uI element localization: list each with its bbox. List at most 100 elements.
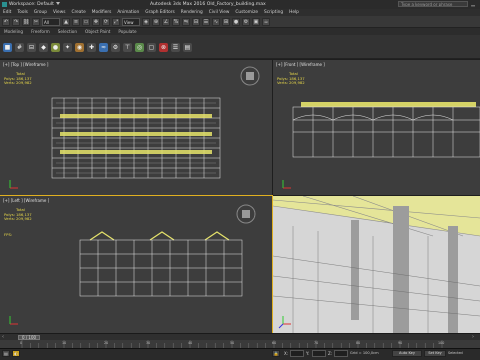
fps-label: FPS: — [4, 232, 13, 237]
verts-label: Verts: — [277, 80, 288, 86]
track-bar[interactable] — [0, 340, 480, 348]
menu-rendering[interactable]: Rendering — [178, 9, 206, 16]
tick-label: 80 — [356, 341, 361, 345]
rotate-icon[interactable]: ⟳ — [102, 17, 110, 26]
rectangle-select-icon[interactable]: ▭ — [82, 17, 90, 26]
viewport-left[interactable]: [+] [Left ] [Wireframe ] Total Polys:186… — [0, 195, 273, 334]
menu-scripting[interactable]: Scripting — [261, 9, 286, 16]
selection-filter-dropdown[interactable]: All — [42, 17, 60, 26]
reference-coordinate-dropdown[interactable]: View — [122, 17, 140, 26]
lock-icon[interactable]: 🔒 — [272, 350, 280, 357]
workspace-selector[interactable]: Workspace: Default — [9, 2, 60, 7]
z-label: Z: — [328, 351, 333, 356]
tick-label: 10 — [62, 341, 67, 345]
tab-object-paint[interactable]: Object Paint — [81, 28, 114, 35]
tick-label: 20 — [104, 341, 109, 345]
move-icon[interactable]: ✥ — [92, 17, 100, 26]
mirror-icon[interactable]: ⇋ — [182, 17, 190, 26]
select-by-name-icon[interactable]: ≡ — [72, 17, 80, 26]
key-filter-selected[interactable]: Selected — [448, 350, 463, 357]
snap-icon[interactable]: ⊕ — [152, 17, 160, 26]
curve-editor-icon[interactable]: ∿ — [212, 17, 220, 26]
space-warp-icon[interactable]: ≈ — [99, 43, 108, 52]
app-logo-icon[interactable] — [2, 2, 7, 7]
angle-snap-icon[interactable]: ∠ — [162, 17, 170, 26]
viewport-top[interactable]: [+] [Top ] [Wireframe ] Total Polys:186,… — [0, 60, 272, 195]
percent-snap-icon[interactable]: % — [172, 17, 180, 26]
schematic-icon[interactable]: ⊞ — [222, 17, 230, 26]
tick-label: 70 — [314, 341, 319, 345]
auto-key-button[interactable]: Auto Key — [392, 350, 422, 357]
grid-icon[interactable]: # — [15, 43, 24, 52]
menu-modifiers[interactable]: Modifiers — [89, 9, 115, 16]
render-setup-icon[interactable]: ⚙ — [242, 17, 250, 26]
maxscript-listener-icon[interactable]: ▤ — [2, 350, 10, 357]
menu-graph-editors[interactable]: Graph Editors — [142, 9, 178, 16]
utilities-icon[interactable]: ⊗ — [159, 43, 168, 52]
menu-help[interactable]: Help — [286, 9, 302, 16]
set-key-button[interactable]: Set Key — [424, 350, 446, 357]
layer-manager-icon[interactable]: ▤ — [183, 43, 192, 52]
minimize-icon[interactable]: ▁ — [470, 1, 476, 7]
shape-icon[interactable]: ● — [51, 43, 60, 52]
camera-icon[interactable]: ◉ — [75, 43, 84, 52]
create-box-icon[interactable]: ■ — [3, 43, 12, 52]
pivot-icon[interactable]: ◈ — [142, 17, 150, 26]
verts-label: Verts: — [4, 80, 15, 86]
tick-label: 40 — [188, 341, 193, 345]
top-wireframe — [9, 66, 260, 189]
secondary-toolbar: ■ # ⊟ ◆ ● ✦ ◉ ✚ ≈ ⚙ ⊤ ◎ ▢ ⊗ ☰ ▤ — [0, 35, 480, 59]
unlink-icon[interactable]: ✂ — [32, 17, 40, 26]
tab-freeform[interactable]: Freeform — [27, 28, 54, 35]
material-editor-icon[interactable]: ● — [232, 17, 240, 26]
tab-modeling[interactable]: Modeling — [0, 28, 27, 35]
layer-icon[interactable]: ☰ — [202, 17, 210, 26]
track-ticks — [21, 340, 443, 348]
menu-customize[interactable]: Customize — [232, 9, 261, 16]
undo-icon[interactable]: ↶ — [2, 17, 10, 26]
select-object-icon[interactable]: ▲ — [62, 17, 70, 26]
edit-poly-icon[interactable]: ◆ — [39, 43, 48, 52]
menu-views[interactable]: Views — [50, 9, 68, 16]
tick-label: 90 — [398, 341, 403, 345]
scene-explorer-icon[interactable]: ☰ — [171, 43, 180, 52]
render-frame-icon[interactable]: ▣ — [252, 17, 260, 26]
motion-icon[interactable]: ◎ — [135, 43, 144, 52]
search-input[interactable]: Type a keyword or phrase — [398, 1, 468, 7]
light-icon[interactable]: ✦ — [63, 43, 72, 52]
scale-icon[interactable]: ⤢ — [112, 17, 120, 26]
render-icon[interactable]: ☕ — [262, 17, 270, 26]
x-coordinate-field[interactable] — [290, 350, 304, 357]
verts-label: Verts: — [4, 216, 15, 222]
viewcube-icon — [236, 204, 256, 224]
align-tool-icon[interactable]: ⊟ — [27, 43, 36, 52]
isolate-icon[interactable]: ◐ — [12, 350, 20, 357]
align-icon[interactable]: ⊟ — [192, 17, 200, 26]
menu-animation[interactable]: Animation — [114, 9, 142, 16]
z-coordinate-field[interactable] — [334, 350, 348, 357]
viewport-front[interactable]: [+] [Front ] [Wireframe ] Total Polys:18… — [273, 60, 480, 195]
tool-group: ■ # ⊟ ◆ ● ✦ ◉ ✚ ≈ ⚙ ⊤ ◎ ▢ ⊗ ☰ ▤ — [3, 43, 192, 52]
hierarchy-icon[interactable]: ⊤ — [123, 43, 132, 52]
time-slider[interactable]: 0 / 100 ‹ › — [0, 333, 480, 340]
verts-value: 209,982 — [16, 216, 32, 222]
verts-value: 209,982 — [289, 80, 305, 86]
tab-selection[interactable]: Selection — [54, 28, 81, 35]
tick-label: 0 — [20, 341, 23, 345]
menu-tools[interactable]: Tools — [14, 9, 31, 16]
display-icon[interactable]: ▢ — [147, 43, 156, 52]
menu-civil-view[interactable]: Civil View — [206, 9, 233, 16]
menu-edit[interactable]: Edit — [0, 9, 14, 16]
y-coordinate-field[interactable] — [312, 350, 326, 357]
viewport-perspective[interactable] — [273, 196, 480, 333]
menu-create[interactable]: Create — [68, 9, 88, 16]
helper-icon[interactable]: ✚ — [87, 43, 96, 52]
workspace-label: Workspace: Default — [9, 2, 54, 7]
tab-populate[interactable]: Populate — [114, 28, 140, 35]
x-label: X: — [284, 351, 289, 356]
menu-group[interactable]: Group — [31, 9, 50, 16]
stats-panel: Total Polys:186,137 Verts:209,982 — [4, 71, 32, 86]
redo-icon[interactable]: ↷ — [12, 17, 20, 26]
link-icon[interactable]: ⛓ — [22, 17, 30, 26]
systems-icon[interactable]: ⚙ — [111, 43, 120, 52]
